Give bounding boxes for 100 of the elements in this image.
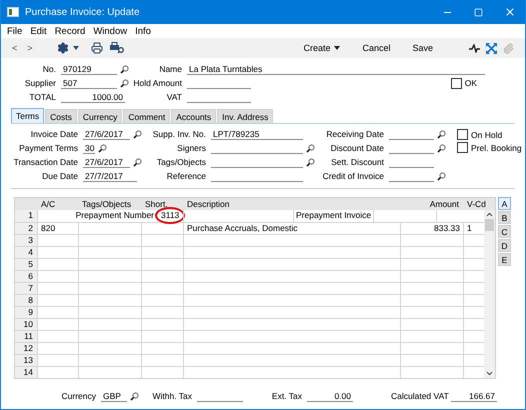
column-header: Amount xyxy=(428,198,460,210)
table-cell[interactable]: 820 xyxy=(37,223,78,234)
search-icon[interactable] xyxy=(436,144,446,152)
menu-item[interactable]: Info xyxy=(131,26,155,36)
field-label: Currency xyxy=(60,391,97,401)
table-cell[interactable]: Prepayment Number xyxy=(37,210,157,222)
side-tab[interactable]: B xyxy=(498,211,511,224)
field-label: Signers xyxy=(176,143,207,153)
field-label: Supp. Inv. No. xyxy=(152,129,207,139)
field-label: Discount Date xyxy=(330,143,385,153)
side-tab[interactable]: C xyxy=(498,225,511,238)
input-field[interactable]: 166.67 xyxy=(451,390,497,402)
pulse-icon xyxy=(469,44,480,52)
toolbar-button[interactable]: Create xyxy=(300,40,344,56)
paperclip-icon xyxy=(503,42,514,54)
column-header: Tags/Objects xyxy=(81,198,132,210)
table-cell[interactable]: 833.33 xyxy=(400,223,463,234)
field-label: No. xyxy=(42,64,57,74)
tab[interactable]: Comment xyxy=(123,109,170,123)
row-number: 13 xyxy=(15,355,37,366)
row-number: 10 xyxy=(15,319,37,330)
tab[interactable]: Currency xyxy=(78,109,122,123)
search-icon[interactable] xyxy=(436,130,446,138)
input-field[interactable]: 27/6/2017 xyxy=(83,156,130,168)
field-label: Reference xyxy=(166,171,207,181)
field-label: Hold Amount xyxy=(132,78,183,88)
expand-button[interactable] xyxy=(483,40,500,56)
checkbox[interactable]: Prel. Booking xyxy=(457,142,522,153)
checkbox[interactable]: On Hold xyxy=(457,129,522,140)
column-header: Short. xyxy=(144,198,169,210)
search-icon[interactable] xyxy=(120,78,128,88)
input-field[interactable]: 30 xyxy=(83,142,95,154)
toolbar-button[interactable]: Save xyxy=(409,40,436,56)
search-icon[interactable] xyxy=(306,158,314,166)
menu-item[interactable]: Window xyxy=(89,26,132,36)
toolbar-button[interactable]: Cancel xyxy=(359,40,394,56)
input-field[interactable]: LPT/789235 xyxy=(211,128,303,140)
menu-item[interactable]: Record xyxy=(50,26,90,36)
forward-button[interactable]: > xyxy=(24,40,36,56)
input-field[interactable]: La Plata Turntables xyxy=(187,64,485,74)
row-number: 4 xyxy=(15,247,37,258)
row-number: 9 xyxy=(15,307,37,318)
input-field[interactable]: 1000.00 xyxy=(61,92,125,102)
field-label: Calculated VAT xyxy=(391,391,450,401)
printer-icon xyxy=(90,42,103,54)
field-label: Tags/Objects xyxy=(156,157,207,167)
field-label: Supplier xyxy=(24,78,57,88)
ok-checkbox[interactable]: OK xyxy=(450,78,477,88)
input-field[interactable]: 27/6/2017 xyxy=(83,128,130,140)
field-label: Sett. Discount xyxy=(330,157,385,167)
table-cell[interactable]: Prepayment Invoice xyxy=(293,210,373,222)
back-button[interactable]: < xyxy=(9,40,20,56)
tab[interactable]: Terms xyxy=(11,108,44,123)
search-icon[interactable] xyxy=(132,158,142,166)
search-icon[interactable] xyxy=(120,64,128,74)
tab[interactable]: Costs xyxy=(45,109,77,123)
scrollbar-thumb[interactable] xyxy=(485,219,494,231)
row-number: 7 xyxy=(15,283,37,294)
search-icon[interactable] xyxy=(436,172,446,180)
search-icon[interactable] xyxy=(130,392,138,400)
table-cell[interactable]: Purchase Accruals, Domestic xyxy=(183,223,400,234)
input-field[interactable]: 970129 xyxy=(61,64,117,74)
field-label: Invoice Date xyxy=(30,129,79,139)
row-number: 6 xyxy=(15,271,37,282)
column-header: A/C xyxy=(40,198,56,210)
menu-item[interactable]: File xyxy=(3,26,26,36)
input-field[interactable]: 0.00 xyxy=(307,390,353,402)
search-icon[interactable] xyxy=(98,144,106,152)
window-icon xyxy=(7,7,19,17)
menu-item[interactable]: Edit xyxy=(26,26,51,36)
side-tab[interactable]: D xyxy=(498,239,511,252)
print-preview-icon xyxy=(108,42,125,54)
row-number: 14 xyxy=(15,367,37,378)
chevron-down-icon[interactable] xyxy=(485,369,494,378)
field-label: TOTAL xyxy=(28,92,57,102)
row-number: 2 xyxy=(15,223,37,234)
close-icon xyxy=(504,6,516,18)
scrollbar[interactable] xyxy=(484,210,495,378)
row-number: 12 xyxy=(15,343,37,354)
chevron-up-icon[interactable] xyxy=(485,210,494,219)
field-label: Ext. Tax xyxy=(270,391,303,401)
tab[interactable]: Accounts xyxy=(171,109,216,123)
row-number: 11 xyxy=(15,331,37,342)
window-title: Purchase Invoice: Update xyxy=(25,6,141,18)
gear-icon xyxy=(56,42,69,54)
field-label: VAT xyxy=(166,92,183,102)
field-label: Payment Terms xyxy=(18,143,79,153)
row-number: 5 xyxy=(15,259,37,270)
table-cell[interactable]: 3113 xyxy=(157,210,183,222)
row-number: 8 xyxy=(15,295,37,306)
field-label: Name xyxy=(158,64,183,74)
side-tab[interactable]: E xyxy=(498,253,511,266)
tab[interactable]: Inv. Address xyxy=(217,109,274,123)
input-field[interactable]: 507 xyxy=(61,78,117,88)
side-tab[interactable]: A xyxy=(498,197,511,210)
input-field[interactable]: 27/7/2017 xyxy=(83,170,137,182)
field-label: Receiving Date xyxy=(325,129,385,139)
search-icon[interactable] xyxy=(306,144,314,152)
search-icon[interactable] xyxy=(132,130,142,138)
input-field[interactable]: GBP xyxy=(101,390,127,402)
